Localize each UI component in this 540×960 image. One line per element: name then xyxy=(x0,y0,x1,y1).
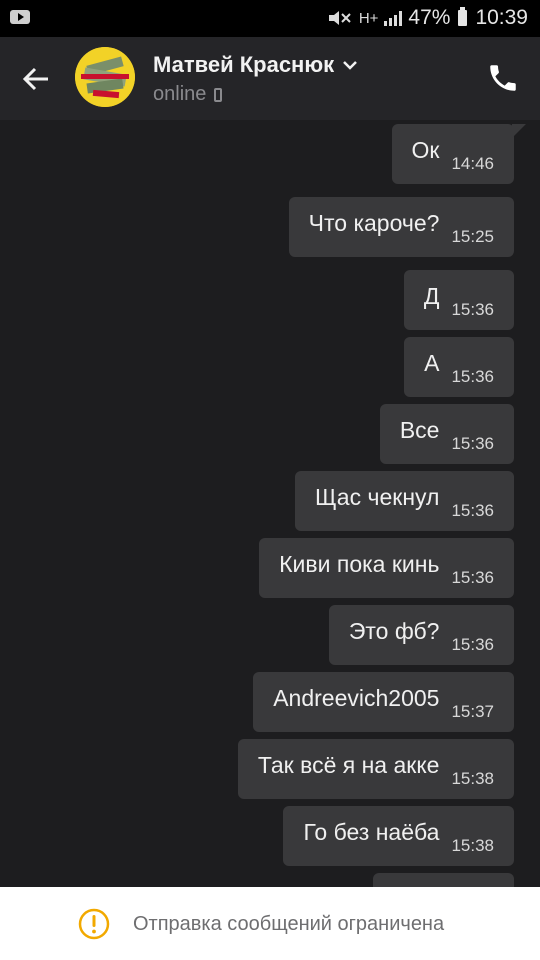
signal-icon xyxy=(384,10,403,26)
battery-percent: 47% xyxy=(408,6,451,29)
contact-name-row[interactable]: Матвей Краснюк xyxy=(153,52,358,78)
message-time: 14:46 xyxy=(451,154,494,173)
message-bubble[interactable]: А 15:36 xyxy=(404,337,514,397)
message-time: 15:37 xyxy=(451,702,494,721)
message-text: Ок xyxy=(411,136,440,163)
message-text: Го без наёба xyxy=(303,818,440,845)
back-button[interactable] xyxy=(18,61,54,97)
message-time: 15:36 xyxy=(451,501,494,520)
restriction-notice: Отправка сообщений ограничена xyxy=(0,887,540,960)
message-text: Что кароче? xyxy=(308,209,440,236)
avatar[interactable] xyxy=(75,47,135,107)
message-bubble[interactable]: Все 15:36 xyxy=(379,404,514,464)
message-text: Andreevich2005 xyxy=(273,684,440,711)
back-arrow-icon xyxy=(22,67,48,91)
message-bubble-partial[interactable] xyxy=(373,873,514,887)
contact-name[interactable]: Матвей Краснюк xyxy=(153,52,334,78)
message-time: 15:36 xyxy=(451,367,494,386)
message-text: Все xyxy=(399,416,440,443)
status-right: H+ 47% 10:39 xyxy=(327,6,528,30)
message-bubble[interactable]: Киви пока кинь 15:36 xyxy=(259,538,514,598)
message-text: А xyxy=(424,349,440,376)
message-text: Так всё я на акке xyxy=(257,751,440,778)
message-bubble[interactable]: Щас чекнул 15:36 xyxy=(294,471,514,531)
status-bar: H+ 47% 10:39 xyxy=(0,0,540,37)
message-time: 15:36 xyxy=(451,568,494,587)
status-left xyxy=(10,10,30,24)
warning-icon xyxy=(78,908,110,940)
contact-status: online xyxy=(153,83,207,105)
battery-icon xyxy=(458,7,468,26)
message-bubble[interactable]: Andreevich2005 15:37 xyxy=(253,672,514,732)
mute-icon xyxy=(328,11,351,25)
clock: 10:39 xyxy=(475,6,528,29)
phone-icon xyxy=(490,65,516,91)
chat-header: Матвей Краснюк online xyxy=(0,37,540,120)
message-bubble[interactable]: Д 15:36 xyxy=(403,270,514,330)
message-time: 15:38 xyxy=(451,836,494,855)
avatar-image xyxy=(75,47,135,107)
message-time: 15:36 xyxy=(451,300,494,319)
message-time: 15:36 xyxy=(451,635,494,654)
message-time: 15:38 xyxy=(451,769,494,788)
chevron-down-icon[interactable] xyxy=(342,59,358,71)
message-bubble[interactable]: Что кароче? 15:25 xyxy=(288,197,514,257)
message-text: Д xyxy=(423,282,440,309)
mobile-device-icon xyxy=(214,87,223,102)
message-list[interactable]: Ок 14:46 Что кароче? 15:25 Д 15:36 А 15:… xyxy=(0,120,540,887)
message-text: Щас чекнул xyxy=(314,483,440,510)
network-type-icon: H+ xyxy=(358,9,379,27)
message-bubble[interactable]: Ок 14:46 xyxy=(391,124,526,184)
message-text: Киви пока кинь xyxy=(279,550,440,577)
message-bubble[interactable]: Го без наёба 15:38 xyxy=(283,806,514,866)
message-time: 15:25 xyxy=(451,227,494,246)
message-bubble[interactable]: Это фб? 15:36 xyxy=(328,605,514,665)
message-time: 15:36 xyxy=(451,434,494,453)
call-button[interactable] xyxy=(486,61,520,95)
message-text: Это фб? xyxy=(348,617,440,644)
message-bubble[interactable]: Так всё я на акке 15:38 xyxy=(237,739,514,799)
youtube-icon xyxy=(10,10,30,24)
contact-status-row: online xyxy=(153,83,223,106)
restriction-notice-text: Отправка сообщений ограничена xyxy=(133,913,445,935)
